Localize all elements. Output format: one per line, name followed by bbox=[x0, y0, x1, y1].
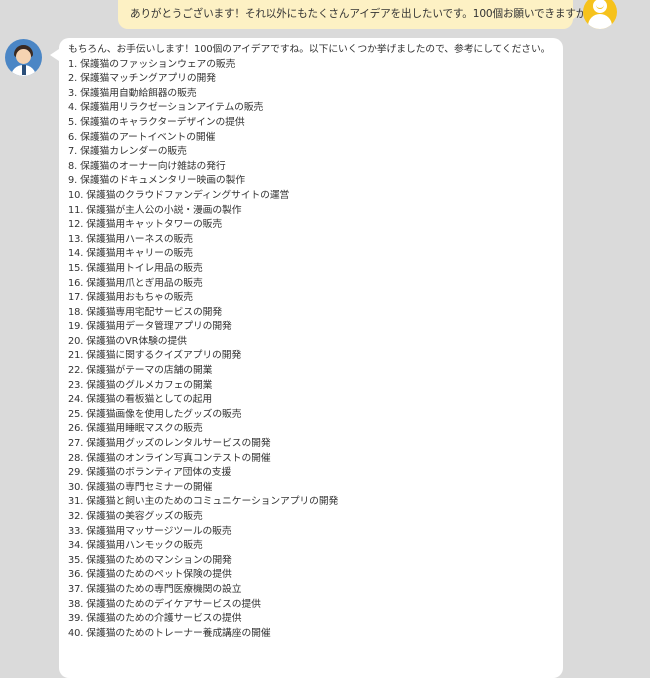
idea-item: 1. 保護猫のファッションウェアの販売 bbox=[68, 58, 236, 70]
idea-item: 21. 保護猫に関するクイズアプリの開発 bbox=[68, 350, 242, 362]
idea-item: 15. 保護猫用トイレ用品の販売 bbox=[68, 262, 203, 274]
user-avatar-icon bbox=[583, 0, 617, 29]
idea-item: 9. 保護猫のドキュメンタリー映画の製作 bbox=[68, 175, 246, 187]
idea-item: 36. 保護猫のためのペット保険の提供 bbox=[68, 569, 232, 581]
idea-item: 19. 保護猫用データ管理アプリの開発 bbox=[68, 321, 232, 333]
user-message-text: ありがとうございます！それ以外にもたくさんアイデアを出したいです。100個お願い… bbox=[130, 8, 597, 20]
idea-item: 16. 保護猫用爪とぎ用品の販売 bbox=[68, 277, 203, 289]
idea-item: 39. 保護猫のための介護サービスの提供 bbox=[68, 613, 242, 625]
idea-item: 35. 保護猫のためのマンションの開発 bbox=[68, 554, 232, 566]
idea-item: 12. 保護猫用キャットタワーの販売 bbox=[68, 219, 223, 231]
idea-item: 11. 保護猫が主人公の小説・漫画の製作 bbox=[68, 204, 242, 216]
idea-item: 13. 保護猫用ハーネスの販売 bbox=[68, 233, 193, 245]
idea-item: 3. 保護猫用自動給餌器の販売 bbox=[68, 87, 197, 99]
idea-item: 30. 保護猫の専門セミナーの開催 bbox=[68, 481, 213, 493]
idea-item: 4. 保護猫用リラクゼーションアイテムの販売 bbox=[68, 102, 264, 114]
idea-item: 40. 保護猫のためのトレーナー養成講座の開催 bbox=[68, 627, 271, 639]
idea-item: 26. 保護猫用睡眠マスクの販売 bbox=[68, 423, 203, 435]
idea-item: 22. 保護猫がテーマの店舗の開業 bbox=[68, 365, 213, 377]
chat-window: ありがとうございます！それ以外にもたくさんアイデアを出したいです。100個お願い… bbox=[0, 0, 650, 678]
idea-item: 28. 保護猫のオンライン写真コンテストの開催 bbox=[68, 452, 271, 464]
idea-item: 37. 保護猫のための専門医療機関の設立 bbox=[68, 583, 242, 595]
idea-item: 2. 保護猫マッチングアプリの開発 bbox=[68, 73, 216, 85]
idea-list: 1. 保護猫のファッションウェアの販売 2. 保護猫マッチングアプリの開発 3.… bbox=[68, 58, 555, 642]
idea-item: 32. 保護猫の美容グッズの販売 bbox=[68, 511, 203, 522]
idea-item: 38. 保護猫のためのデイケアサービスの提供 bbox=[68, 598, 261, 610]
idea-item: 34. 保護猫用ハンモックの販売 bbox=[68, 540, 203, 552]
assistant-intro-text: もちろん、お手伝いします！100個のアイデアですね。以下にいくつか挙げましたので… bbox=[68, 44, 551, 55]
idea-item: 7. 保護猫カレンダーの販売 bbox=[68, 146, 187, 158]
assistant-avatar-icon bbox=[5, 39, 42, 76]
idea-item: 5. 保護猫のキャラクターデザインの提供 bbox=[68, 116, 245, 128]
idea-item: 18. 保護猫専用宅配サービスの開発 bbox=[68, 306, 223, 318]
idea-item: 31. 保護猫と飼い主のためのコミュニケーションアプリの開発 bbox=[68, 496, 339, 508]
idea-item: 10. 保護猫のクラウドファンディングサイトの運営 bbox=[68, 189, 290, 201]
user-message-bubble: ありがとうございます！それ以外にもたくさんアイデアを出したいです。100個お願い… bbox=[118, 0, 597, 29]
idea-item: 24. 保護猫の看板猫としての起用 bbox=[68, 394, 213, 406]
assistant-message-bubble: もちろん、お手伝いします！100個のアイデアですね。以下にいくつか挙げましたので… bbox=[59, 38, 563, 678]
idea-item: 14. 保護猫用キャリーの販売 bbox=[68, 248, 193, 260]
idea-item: 29. 保護猫のボランティア団体の支援 bbox=[68, 467, 232, 479]
idea-item: 20. 保護猫のVR体験の提供 bbox=[68, 335, 187, 347]
idea-item: 27. 保護猫用グッズのレンタルサービスの開発 bbox=[68, 438, 271, 450]
idea-item: 17. 保護猫用おもちゃの販売 bbox=[68, 292, 193, 304]
idea-item: 23. 保護猫のグルメカフェの開業 bbox=[68, 379, 213, 391]
idea-item: 25. 保護猫画像を使用したグッズの販売 bbox=[68, 408, 242, 420]
idea-item: 33. 保護猫用マッサージツールの販売 bbox=[68, 525, 232, 537]
assistant-bubble-tail bbox=[50, 49, 59, 61]
idea-item: 8. 保護猫のオーナー向け雑誌の発行 bbox=[68, 160, 226, 172]
idea-item: 6. 保護猫のアートイベントの開催 bbox=[68, 131, 216, 143]
